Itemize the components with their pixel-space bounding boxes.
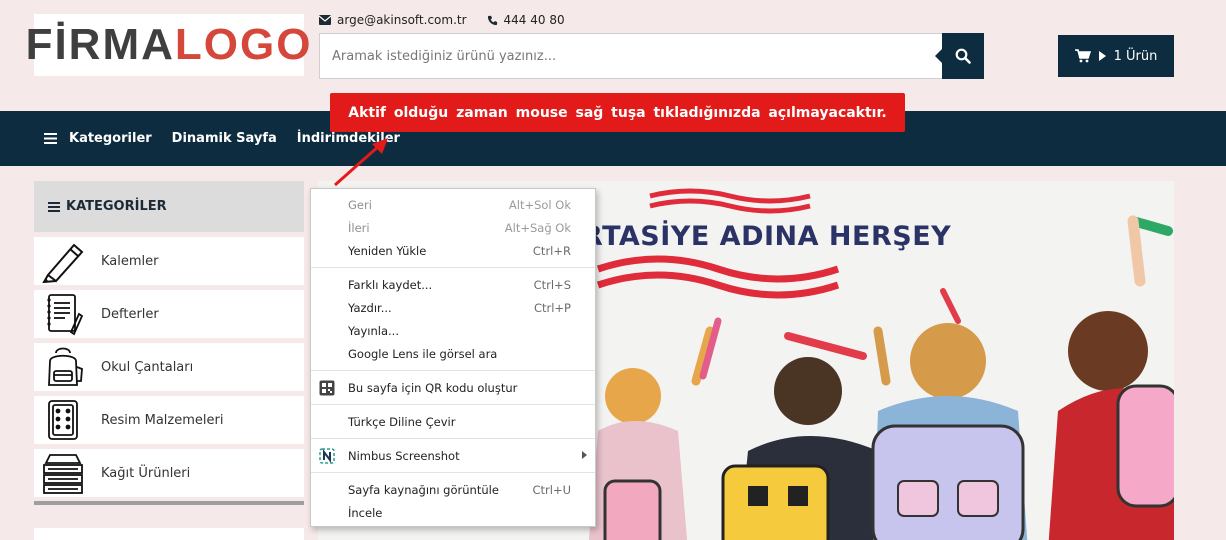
menu-item-label: Bu sayfa için QR kodu oluştur: [348, 380, 518, 395]
context-menu-item-nimbus[interactable]: Nimbus Screenshot: [311, 444, 595, 467]
logo-text-logo: LOGO: [174, 20, 313, 69]
banner-title: RTASİYE ADINA HERŞEY: [582, 221, 952, 252]
context-menu-item-print[interactable]: Yazdır... Ctrl+P: [311, 296, 595, 319]
search-bar: [319, 33, 984, 79]
sidebar-item-kagit-urunleri[interactable]: Kağıt Ürünleri: [34, 449, 304, 497]
site-logo[interactable]: FİRMA LOGO: [26, 14, 310, 76]
menu-separator: [311, 472, 595, 473]
cart-button[interactable]: 1 Ürün: [1058, 35, 1174, 77]
sidebar-item-defterler[interactable]: Defterler: [34, 290, 304, 338]
sidebar-item-label: Defterler: [101, 306, 159, 322]
menu-item-shortcut: Ctrl+U: [532, 482, 571, 497]
menu-item-shortcut: Ctrl+R: [532, 243, 571, 258]
sidebar-item-label: Resim Malzemeleri: [101, 412, 224, 428]
menu-item-label: İleri: [348, 220, 370, 235]
contact-email[interactable]: arge@akinsoft.com.tr: [319, 13, 467, 27]
context-menu-item-reload[interactable]: Yeniden Yükle Ctrl+R: [311, 239, 595, 262]
qr-code-icon: [319, 380, 335, 396]
phone-icon: [487, 15, 497, 25]
sidebar-header: KATEGORİLER: [34, 181, 304, 232]
sidebar-item-resim-malzemeleri[interactable]: Resim Malzemeleri: [34, 396, 304, 444]
context-menu-item-qr-code[interactable]: Bu sayfa için QR kodu oluştur: [311, 376, 595, 399]
search-input[interactable]: [319, 33, 942, 79]
right-click-warning-tooltip: Aktif olduğu zaman mouse sağ tuşa tıklad…: [330, 93, 905, 132]
menu-separator: [311, 404, 595, 405]
nav-item-kategoriler[interactable]: Kategoriler: [44, 131, 152, 146]
sidebar-item-kalemler[interactable]: Kalemler: [34, 237, 304, 285]
menu-item-shortcut: Ctrl+S: [533, 277, 571, 292]
sidebar-title: KATEGORİLER: [66, 199, 167, 214]
menu-item-label: Sayfa kaynağını görüntüle: [348, 482, 499, 497]
sidebar-divider: [34, 501, 304, 505]
pencil-icon: [38, 238, 88, 284]
caret-right-icon: [1098, 51, 1106, 61]
sidebar-item-label: Kağıt Ürünleri: [101, 465, 191, 481]
menu-item-shortcut: Ctrl+P: [533, 300, 571, 315]
notebook-icon: [38, 291, 88, 337]
tooltip-arrow-icon: [334, 138, 388, 187]
menu-item-label: Google Lens ile görsel ara: [348, 346, 498, 361]
sidebar-secondary-box: [34, 528, 304, 540]
menu-item-label: Yazdır...: [348, 300, 392, 315]
nimbus-icon: [319, 448, 335, 464]
cart-icon: [1074, 49, 1091, 63]
menu-item-label: İncele: [348, 505, 383, 520]
menu-separator: [311, 438, 595, 439]
menu-item-label: Farklı kaydet...: [348, 277, 433, 292]
menu-item-label: Yeniden Yükle: [348, 243, 427, 258]
sidebar-item-label: Okul Çantaları: [101, 359, 194, 375]
menu-separator: [311, 267, 595, 268]
context-menu-item-view-source[interactable]: Sayfa kaynağını görüntüle Ctrl+U: [311, 478, 595, 501]
context-menu-item-back[interactable]: Geri Alt+Sol Ok: [311, 193, 595, 216]
email-text: arge@akinsoft.com.tr: [337, 13, 467, 27]
search-icon: [955, 48, 971, 64]
menu-item-label: Türkçe Diline Çevir: [348, 414, 456, 429]
category-sidebar: KATEGORİLER Kalemler Defterler Okul Çant…: [34, 181, 304, 505]
context-menu-item-inspect[interactable]: İncele: [311, 501, 595, 524]
contact-phone[interactable]: 444 40 80: [487, 13, 565, 27]
menu-item-label: Nimbus Screenshot: [348, 448, 460, 463]
context-menu-item-save-as[interactable]: Farklı kaydet... Ctrl+S: [311, 273, 595, 296]
envelope-icon: [319, 15, 331, 25]
phone-text: 444 40 80: [503, 13, 565, 27]
contact-bar: arge@akinsoft.com.tr 444 40 80: [319, 13, 565, 27]
menu-item-label: Geri: [348, 197, 372, 212]
sidebar-item-okul-cantalari[interactable]: Okul Çantaları: [34, 343, 304, 391]
nav-item-label: Kategoriler: [69, 131, 152, 146]
sidebar-item-label: Kalemler: [101, 253, 159, 269]
menu-item-shortcut: Alt+Sağ Ok: [504, 220, 571, 235]
list-icon: [48, 201, 60, 212]
context-menu-item-translate[interactable]: Türkçe Diline Çevir: [311, 410, 595, 433]
paint-palette-icon: [38, 397, 88, 443]
menu-item-shortcut: Alt+Sol Ok: [508, 197, 571, 212]
search-button[interactable]: [935, 33, 984, 79]
paper-stack-icon: [38, 450, 88, 496]
backpack-icon: [38, 344, 88, 390]
menu-item-label: Yayınla...: [348, 323, 399, 338]
context-menu-item-google-lens[interactable]: Google Lens ile görsel ara: [311, 342, 595, 365]
nav-item-dinamik-sayfa[interactable]: Dinamik Sayfa: [172, 131, 277, 146]
context-menu-item-forward[interactable]: İleri Alt+Sağ Ok: [311, 216, 595, 239]
context-menu-item-cast[interactable]: Yayınla...: [311, 319, 595, 342]
hamburger-icon: [44, 133, 57, 144]
logo-text-firma: FİRMA: [25, 20, 175, 69]
submenu-arrow-icon: [582, 451, 587, 459]
context-menu: Geri Alt+Sol Ok İleri Alt+Sağ Ok Yeniden…: [310, 188, 596, 527]
menu-separator: [311, 370, 595, 371]
cart-label: 1 Ürün: [1113, 48, 1158, 64]
